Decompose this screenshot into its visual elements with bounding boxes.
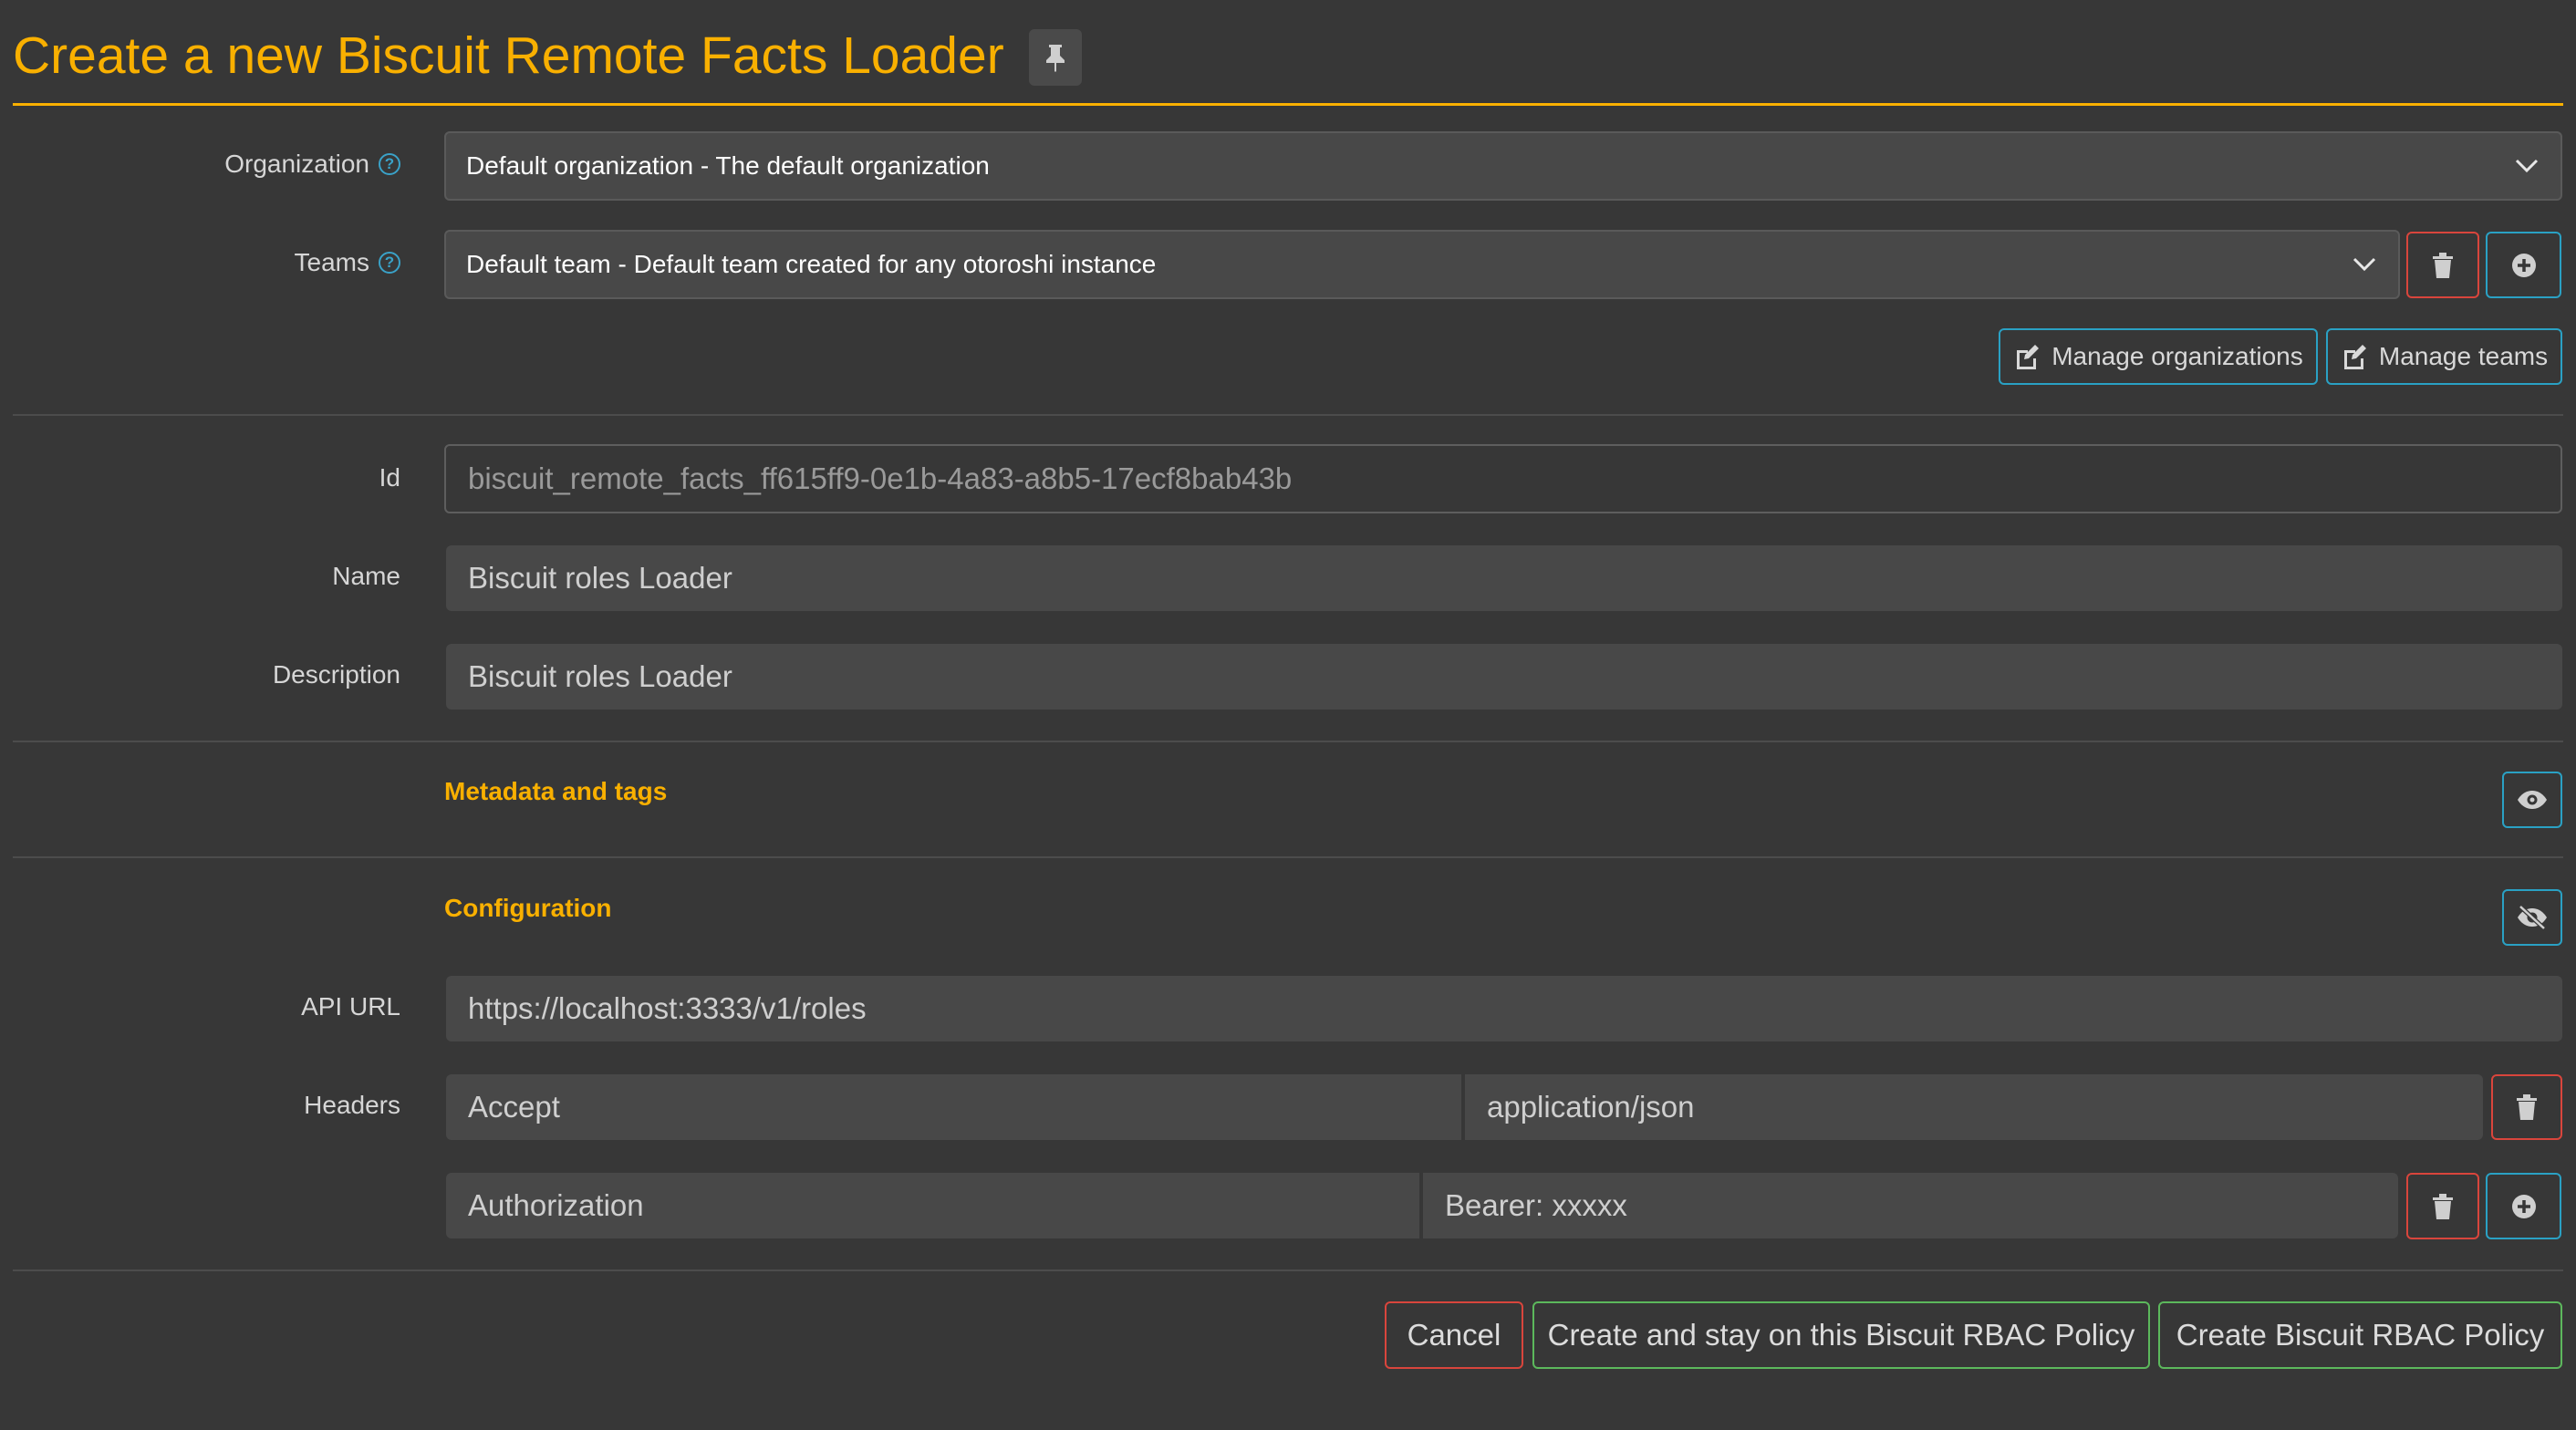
add-header-button[interactable] bbox=[2486, 1173, 2561, 1239]
edit-icon bbox=[2343, 345, 2366, 369]
cancel-button[interactable]: Cancel bbox=[1385, 1301, 1523, 1369]
pin-button[interactable] bbox=[1029, 29, 1082, 86]
description-label: Description bbox=[272, 660, 400, 689]
organization-select-value: Default organization - The default organ… bbox=[466, 151, 990, 180]
plus-circle-icon bbox=[2511, 253, 2536, 277]
teams-label: Teams ? bbox=[295, 246, 400, 279]
divider bbox=[13, 856, 2563, 858]
chevron-down-icon bbox=[2353, 257, 2376, 272]
api-url-input[interactable] bbox=[446, 976, 2562, 1041]
pin-icon bbox=[1046, 45, 1065, 72]
header-key-input[interactable] bbox=[446, 1074, 1461, 1140]
chevron-down-icon bbox=[2515, 159, 2539, 173]
description-input[interactable] bbox=[446, 644, 2562, 710]
delete-header-button[interactable] bbox=[2406, 1173, 2479, 1239]
organization-label: Organization ? bbox=[224, 148, 400, 181]
add-team-button[interactable] bbox=[2486, 232, 2561, 298]
headers-label: Headers bbox=[304, 1091, 400, 1119]
hide-configuration-button[interactable] bbox=[2502, 889, 2562, 946]
api-url-label: API URL bbox=[301, 992, 400, 1021]
delete-header-button[interactable] bbox=[2491, 1074, 2562, 1140]
help-icon[interactable]: ? bbox=[379, 252, 400, 274]
eye-icon bbox=[2518, 791, 2547, 809]
configuration-section-title[interactable]: Configuration bbox=[444, 894, 612, 923]
page-title: Create a new Biscuit Remote Facts Loader bbox=[13, 26, 1004, 85]
name-label: Name bbox=[332, 562, 400, 590]
plus-circle-icon bbox=[2511, 1194, 2536, 1218]
divider bbox=[13, 414, 2563, 416]
divider bbox=[13, 741, 2563, 742]
edit-icon bbox=[2017, 345, 2040, 369]
create-and-stay-button[interactable]: Create and stay on this Biscuit RBAC Pol… bbox=[1532, 1301, 2150, 1369]
eye-slash-icon bbox=[2518, 905, 2547, 930]
show-metadata-button[interactable] bbox=[2502, 772, 2562, 828]
create-button[interactable]: Create Biscuit RBAC Policy bbox=[2158, 1301, 2562, 1369]
header-value-input[interactable] bbox=[1465, 1074, 2483, 1140]
trash-icon bbox=[2517, 1094, 2537, 1120]
trash-icon bbox=[2433, 1193, 2453, 1219]
teams-select-value: Default team - Default team created for … bbox=[466, 250, 1157, 278]
trash-icon bbox=[2433, 252, 2453, 278]
organization-select[interactable]: Default organization - The default organ… bbox=[444, 131, 2562, 201]
metadata-section-title[interactable]: Metadata and tags bbox=[444, 777, 667, 806]
header-value-input[interactable] bbox=[1423, 1173, 2398, 1238]
divider bbox=[13, 1269, 2563, 1271]
teams-select[interactable]: Default team - Default team created for … bbox=[444, 230, 2400, 299]
header-key-input[interactable] bbox=[446, 1173, 1419, 1238]
delete-team-button[interactable] bbox=[2406, 232, 2479, 298]
help-icon[interactable]: ? bbox=[379, 153, 400, 175]
id-input[interactable] bbox=[444, 444, 2562, 513]
name-input[interactable] bbox=[446, 545, 2562, 611]
id-label: Id bbox=[379, 463, 400, 492]
manage-teams-button[interactable]: Manage teams bbox=[2326, 328, 2562, 385]
title-divider bbox=[13, 103, 2563, 106]
manage-organizations-button[interactable]: Manage organizations bbox=[1999, 328, 2318, 385]
